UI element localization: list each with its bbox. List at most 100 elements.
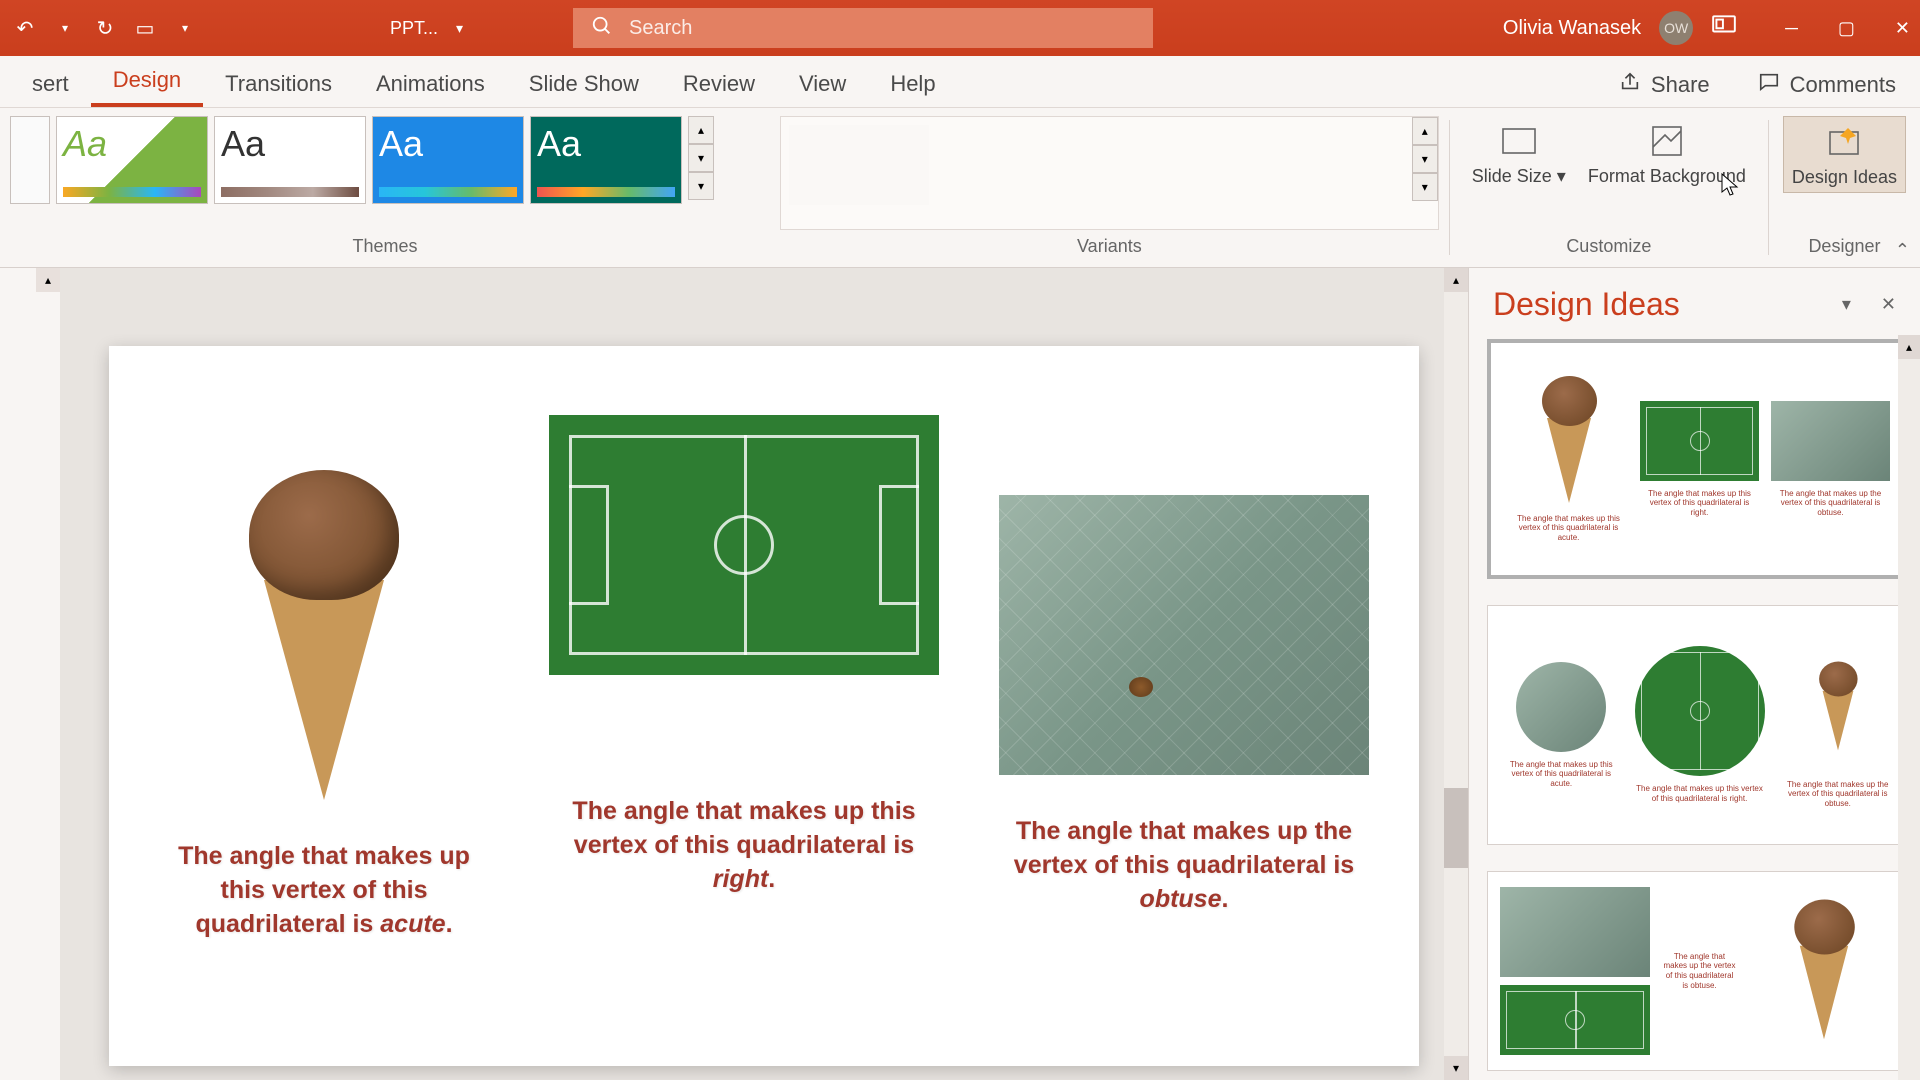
scroll-down[interactable]: ▾ [1444,1056,1468,1080]
themes-group: Aa Aa Aa Aa ▴ ▾ ▾ Themes [0,108,770,267]
design-ideas-label: Design Ideas [1792,167,1897,188]
variants-gallery[interactable]: ▴ ▾ ▾ [780,116,1439,230]
caption-right[interactable]: The angle that makes up this vertex of t… [549,795,939,896]
design-ideas-button[interactable]: Design Ideas [1783,116,1906,193]
variants-group: ▴ ▾ ▾ Variants [770,108,1449,267]
design-idea-3[interactable]: The angle that makes up the vertex of th… [1487,871,1912,1071]
soccer-field-image[interactable] [549,415,939,675]
search-box[interactable] [573,8,1153,48]
design-idea-1[interactable]: The angle that makes up this vertex of t… [1487,339,1912,579]
ribbon: Aa Aa Aa Aa ▴ ▾ ▾ Themes ▴ ▾ ▾ Variants [0,108,1920,268]
quick-access-toolbar: ↶ ▾ ↻ ▭ ▾ [10,13,200,43]
ice-cream-image[interactable] [234,470,414,800]
search-input[interactable] [629,17,1135,40]
theme-blank[interactable] [10,116,50,204]
design-idea-2[interactable]: The angle that makes up this vertex of t… [1487,605,1912,845]
slide-editor[interactable]: The angle that makes up this vertex of t… [60,268,1468,1080]
file-name[interactable]: PPT... ▾ [390,18,463,39]
mini-cap: The angle that makes up the vertex of th… [1771,489,1890,518]
spider-web-image[interactable] [999,495,1369,775]
slide-canvas[interactable]: The angle that makes up this vertex of t… [109,346,1419,1066]
start-from-beginning-button[interactable]: ▭ [130,13,160,43]
scroll-up[interactable]: ▴ [1444,268,1468,292]
theme-aa: Aa [221,123,359,165]
mini-cap: The angle that makes up the vertex of th… [1777,780,1900,809]
format-bg-label: Format Background [1588,166,1746,187]
present-mode-icon[interactable] [1711,12,1737,44]
panel-scrollbar[interactable]: ▴ [1898,335,1920,1080]
file-dropdown-icon: ▾ [456,20,463,37]
themes-up[interactable]: ▴ [688,116,714,144]
tab-animations[interactable]: Animations [354,61,507,107]
avatar[interactable]: OW [1659,11,1693,45]
user-area: Olivia Wanasek OW ─ ▢ ✕ [1503,11,1910,45]
close-button[interactable]: ✕ [1895,18,1910,39]
design-ideas-panel: Design Ideas ▾ ✕ The angle that makes up… [1468,268,1920,1080]
slide-thumbnails-panel: ▴ [0,268,60,1080]
tab-insert[interactable]: sert [10,61,91,107]
design-ideas-icon [1823,121,1865,163]
undo-dropdown[interactable]: ▾ [50,13,80,43]
panel-close-icon[interactable]: ✕ [1881,294,1896,315]
theme-wood[interactable]: Aa [214,116,366,204]
tab-transitions[interactable]: Transitions [203,61,354,107]
theme-aa: Aa [379,123,517,165]
panel-body: The angle that makes up this vertex of t… [1469,335,1920,1080]
themes-down[interactable]: ▾ [688,144,714,172]
share-label: Share [1651,72,1710,98]
variants-down[interactable]: ▾ [1412,145,1438,173]
editor-scrollbar[interactable]: ▴ ▾ [1444,268,1468,1080]
tab-view[interactable]: View [777,61,868,107]
panel-scroll-up[interactable]: ▴ [1898,335,1920,359]
undo-button[interactable]: ↶ [10,13,40,43]
mini-cap: The angle that makes up this vertex of t… [1509,514,1628,543]
customize-group: Slide Size ▾ Format Background Customize [1450,108,1768,267]
slide-size-icon [1498,120,1540,162]
theme-green[interactable]: Aa [56,116,208,204]
slide-item-web: The angle that makes up the vertex of th… [999,495,1369,916]
avatar-initials: OW [1664,20,1688,36]
variants-up[interactable]: ▴ [1412,117,1438,145]
format-background-button[interactable]: Format Background [1580,116,1754,191]
mini-cap: The angle that makes up this vertex of t… [1640,489,1759,518]
title-bar: ↶ ▾ ↻ ▭ ▾ PPT... ▾ Olivia Wanasek OW ─ ▢… [0,0,1920,56]
theme-blue-pattern[interactable]: Aa [372,116,524,204]
customize-label: Customize [1464,236,1754,261]
tab-slideshow[interactable]: Slide Show [507,61,661,107]
panel-menu-icon[interactable]: ▾ [1842,294,1851,315]
qat-more[interactable]: ▾ [170,13,200,43]
tab-design[interactable]: Design [91,57,203,107]
mini-cap: The angle that makes up this vertex of t… [1635,784,1765,803]
tab-help[interactable]: Help [868,61,957,107]
slide-size-label: Slide Size ▾ [1472,166,1566,187]
comments-label: Comments [1790,72,1896,98]
mini-cap: The angle that makes up this vertex of t… [1500,760,1623,789]
variant-thumb[interactable] [789,125,929,205]
theme-aa: Aa [537,123,675,165]
theme-aa: Aa [63,123,201,165]
theme-teal[interactable]: Aa [530,116,682,204]
file-name-text: PPT... [390,18,438,39]
redo-button[interactable]: ↻ [90,13,120,43]
maximize-button[interactable]: ▢ [1838,18,1855,39]
themes-label: Themes [10,236,760,261]
workspace: ▴ The angle that makes up this vertex of… [0,268,1920,1080]
comments-button[interactable]: Comments [1744,63,1910,107]
designer-label: Designer [1783,236,1906,261]
comment-icon [1758,71,1780,99]
collapse-ribbon-button[interactable]: ⌃ [1895,240,1910,261]
themes-more[interactable]: ▾ [688,172,714,200]
thumbnails-scroll-up[interactable]: ▴ [36,268,60,292]
minimize-button[interactable]: ─ [1785,18,1798,39]
window-controls: ─ ▢ ✕ [1785,18,1910,39]
user-name[interactable]: Olivia Wanasek [1503,17,1641,40]
scroll-thumb[interactable] [1444,788,1468,868]
share-button[interactable]: Share [1605,63,1724,107]
themes-spinner: ▴ ▾ ▾ [688,116,714,200]
variants-spinner: ▴ ▾ ▾ [1412,117,1438,229]
caption-acute[interactable]: The angle that makes up this vertex of t… [159,840,489,941]
slide-size-button[interactable]: Slide Size ▾ [1464,116,1574,191]
caption-obtuse[interactable]: The angle that makes up the vertex of th… [999,815,1369,916]
variants-more[interactable]: ▾ [1412,173,1438,201]
tab-review[interactable]: Review [661,61,777,107]
